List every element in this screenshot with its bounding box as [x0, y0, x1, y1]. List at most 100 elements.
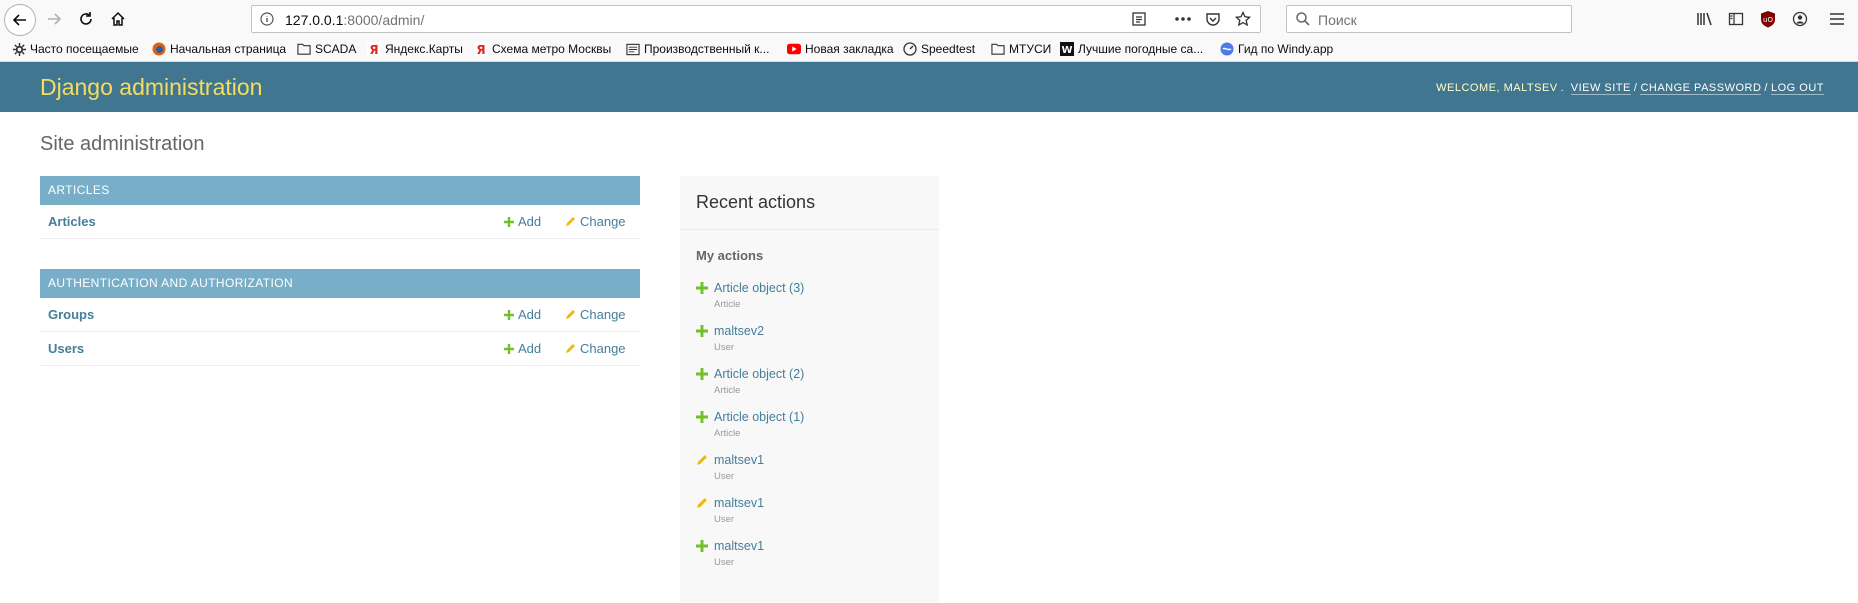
- bookmark-label: SCADA: [315, 42, 357, 56]
- bookmark-item[interactable]: SCADA: [297, 42, 356, 56]
- bookmark-item[interactable]: Гид по Windy.app: [1220, 42, 1333, 56]
- plus-icon: [504, 343, 514, 354]
- welcome-text: Welcome,: [1436, 82, 1501, 94]
- action-link[interactable]: Article object (1): [714, 410, 804, 424]
- change-label: Change: [580, 341, 626, 356]
- action-link[interactable]: Article object (2): [714, 367, 804, 381]
- plus-icon: [696, 411, 708, 423]
- firefox-icon: [152, 42, 166, 56]
- info-icon[interactable]: [260, 12, 274, 26]
- svg-text:W: W: [1061, 45, 1072, 56]
- bookmark-star-icon[interactable]: [1232, 9, 1254, 29]
- add-label: Add: [518, 214, 542, 229]
- sidebar-icon[interactable]: [1725, 8, 1747, 30]
- action-link[interactable]: maltsev1: [714, 539, 764, 553]
- svg-text:Я: Я: [476, 43, 485, 56]
- model-link-users[interactable]: Users: [48, 341, 84, 356]
- bookmark-label: Часто посещаемые: [30, 42, 139, 56]
- speedometer-icon: [903, 42, 917, 56]
- model-link-articles[interactable]: Articles: [48, 214, 96, 229]
- recent-actions-title: Recent actions: [696, 192, 816, 212]
- forward-button[interactable]: [38, 3, 70, 35]
- browser-toolbar: 127.0.0.1:8000/admin/ Поиск uO: [0, 0, 1858, 38]
- module-title[interactable]: Articles: [40, 176, 640, 205]
- pencil-icon: [697, 498, 707, 508]
- bookmark-item[interactable]: Производственный к...: [626, 42, 769, 56]
- action-link[interactable]: maltsev2: [714, 324, 764, 338]
- bookmark-item[interactable]: Начальная страница: [152, 42, 286, 56]
- bookmark-item[interactable]: Я Яндекс.Карты: [367, 42, 463, 56]
- plus-icon: [504, 309, 514, 320]
- bookmark-item[interactable]: Speedtest: [903, 42, 975, 56]
- yandex-icon: Я: [367, 42, 381, 56]
- table-row: Users Add Change: [40, 332, 640, 366]
- account-icon[interactable]: [1789, 8, 1811, 30]
- bookmark-item[interactable]: Я Схема метро Москвы: [474, 42, 611, 56]
- home-button[interactable]: [102, 3, 134, 35]
- log-out-link[interactable]: Log out: [1770, 82, 1824, 95]
- windy-icon: [1220, 42, 1234, 56]
- w-icon: W: [1060, 42, 1074, 56]
- url-path: :8000/admin/: [343, 12, 425, 28]
- action-type: User: [714, 514, 735, 525]
- svg-text:uO: uO: [1763, 16, 1773, 24]
- action-link[interactable]: Article object (3): [714, 281, 804, 295]
- change-link[interactable]: Change: [565, 341, 626, 356]
- module-title[interactable]: Authentication and Authorization: [40, 269, 640, 298]
- bookmark-label: Новая закладка: [805, 42, 894, 56]
- page-icon: [626, 42, 640, 56]
- model-link-groups[interactable]: Groups: [48, 307, 94, 322]
- bookmark-item[interactable]: Новая закладка: [787, 42, 894, 56]
- action-type: User: [714, 342, 735, 353]
- action-link[interactable]: maltsev1: [714, 496, 764, 510]
- change-link[interactable]: Change: [565, 214, 626, 229]
- reload-button[interactable]: [70, 3, 102, 35]
- plus-icon: [696, 282, 708, 294]
- change-password-link[interactable]: Change password: [1640, 82, 1762, 95]
- action-type: Article: [714, 299, 741, 310]
- gear-icon: [12, 42, 26, 56]
- action-link[interactable]: maltsev1: [714, 453, 764, 467]
- bookmark-label: Производственный к...: [644, 42, 770, 56]
- site-branding[interactable]: Django administration: [40, 74, 262, 101]
- action-type: Article: [714, 385, 741, 396]
- bookmark-label: Схема метро Москвы: [492, 42, 612, 56]
- view-site-link[interactable]: View site: [1570, 82, 1631, 95]
- pocket-icon[interactable]: [1202, 9, 1224, 29]
- change-label: Change: [580, 214, 626, 229]
- add-link[interactable]: Add: [504, 214, 541, 229]
- plus-icon: [696, 325, 708, 337]
- add-label: Add: [518, 307, 542, 322]
- svg-text:Я: Я: [369, 43, 378, 56]
- reader-view-icon[interactable]: [1128, 9, 1150, 29]
- add-label: Add: [518, 341, 542, 356]
- bookmark-label: Яндекс.Карты: [385, 42, 463, 56]
- add-link[interactable]: Add: [504, 307, 541, 322]
- menu-icon[interactable]: [1826, 8, 1848, 30]
- admin-header: Django administration Welcome, maltsev. …: [0, 62, 1858, 112]
- change-label: Change: [580, 307, 626, 322]
- table-row: Articles Add Change: [40, 205, 640, 239]
- user-tools: Welcome, maltsev. View site / Change passw…: [1436, 82, 1824, 95]
- library-icon[interactable]: [1694, 8, 1716, 30]
- bookmark-label: Начальная страница: [170, 42, 287, 56]
- bookmarks-bar: Часто посещаемые Начальная страница SCAD…: [0, 38, 1858, 62]
- bookmark-item[interactable]: W Лучшие погодные са...: [1060, 42, 1203, 56]
- more-actions-icon[interactable]: [1172, 9, 1194, 29]
- search-icon: [1296, 12, 1310, 26]
- search-bar[interactable]: Поиск: [1286, 5, 1572, 33]
- table-row: Groups Add Change: [40, 298, 640, 332]
- url-text: 127.0.0.1:8000/admin/: [285, 12, 424, 28]
- bookmark-label: МТУСИ: [1009, 42, 1052, 56]
- add-link[interactable]: Add: [504, 341, 541, 356]
- ublock-icon[interactable]: uO: [1757, 8, 1779, 30]
- bookmark-item[interactable]: Часто посещаемые: [12, 42, 139, 56]
- action-type: User: [714, 471, 735, 482]
- pencil-icon: [566, 344, 575, 353]
- url-bar[interactable]: 127.0.0.1:8000/admin/: [251, 5, 1261, 33]
- divider: [680, 229, 939, 230]
- bookmark-item[interactable]: МТУСИ: [991, 42, 1051, 56]
- back-button[interactable]: [4, 4, 36, 36]
- change-link[interactable]: Change: [565, 307, 626, 322]
- action-type: Article: [714, 428, 741, 439]
